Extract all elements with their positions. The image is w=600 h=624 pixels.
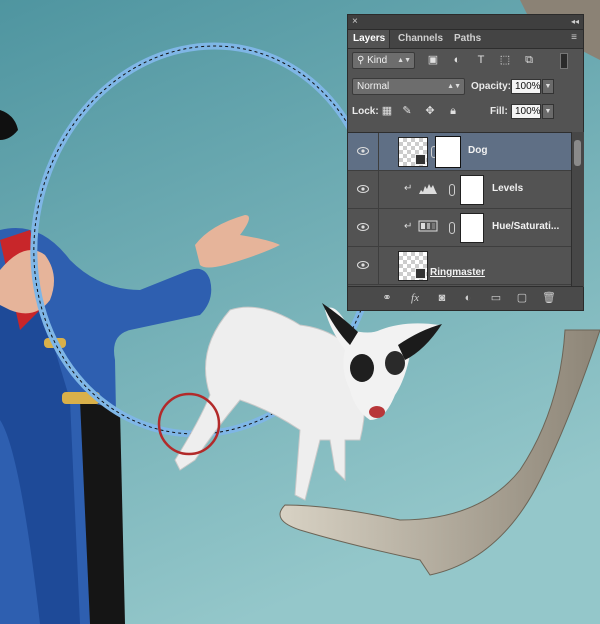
layers-panel: × ◂◂ Layers Channels Paths ≡ ⚲ Kind ▲▼ ▣… (347, 14, 584, 311)
filter-kind-label: Kind (367, 55, 388, 66)
fill-dropdown-icon[interactable]: ▼ (542, 104, 554, 119)
smart-object-badge-icon (415, 154, 426, 165)
lock-row: Lock: ▦ ✎ ✥ 🔒︎ Fill: 100% ▼ (348, 98, 583, 125)
eye-icon (357, 147, 369, 155)
layer-name: Levels (492, 183, 524, 194)
layers-scrollbar[interactable] (571, 132, 584, 287)
smart-object-badge-icon (415, 268, 426, 279)
dog-eye-patch (385, 351, 405, 375)
layer-row-dog[interactable]: Dog (348, 133, 571, 171)
filter-toggle-switch[interactable] (560, 53, 568, 69)
layer-list: Dog ↵ Levels ↵ Hue/Saturati... Ringmaste… (348, 132, 571, 288)
levels-histogram-icon (419, 184, 437, 194)
lock-position-icon[interactable]: ✥ (423, 104, 437, 118)
lock-all-icon[interactable]: 🔒︎ (446, 104, 460, 118)
blend-row: Normal ▲▼ Opacity: 100% ▼ (348, 75, 583, 98)
collapse-icon[interactable]: ◂◂ (571, 15, 579, 28)
search-icon: ⚲ (357, 55, 365, 66)
layer-thumbnail (398, 137, 428, 167)
layer-row-levels[interactable]: ↵ Levels (348, 171, 571, 209)
opacity-label: Opacity: (471, 81, 512, 92)
layer-mask-thumbnail[interactable] (460, 213, 484, 243)
shape-filter-icon[interactable]: ⬚ (498, 53, 512, 67)
eye-icon (357, 261, 369, 269)
visibility-toggle[interactable] (348, 133, 379, 170)
mask-link-icon[interactable] (449, 184, 455, 196)
opacity-field[interactable]: 100% (511, 79, 541, 94)
dog-mouth (369, 406, 385, 418)
close-icon[interactable]: × (352, 15, 358, 28)
pixel-filter-icon[interactable]: ▣ (426, 53, 440, 67)
layer-row-ringmaster[interactable]: Ringmaster (348, 247, 571, 285)
new-layer-icon[interactable]: ▢ (515, 292, 529, 304)
tab-layers[interactable]: Layers (348, 30, 390, 48)
visibility-toggle[interactable] (348, 247, 379, 284)
layer-name: Hue/Saturati... (492, 221, 560, 232)
fill-field[interactable]: 100% (511, 104, 541, 119)
link-icon[interactable]: ⚭ (380, 292, 394, 304)
type-filter-icon[interactable]: T (474, 53, 488, 67)
group-folder-icon[interactable]: ▭ (489, 292, 503, 304)
lock-transparent-icon[interactable]: ▦ (380, 104, 394, 118)
layer-name: Dog (468, 145, 488, 156)
panel-titlebar[interactable]: × ◂◂ (348, 15, 583, 30)
scrollbar-thumb[interactable] (574, 140, 581, 166)
layer-mask-thumbnail[interactable] (435, 136, 461, 168)
chevron-updown-icon: ▲▼ (397, 57, 411, 64)
tab-channels[interactable]: Channels (393, 30, 445, 48)
trash-icon[interactable]: 🗑︎ (542, 292, 556, 304)
tab-paths[interactable]: Paths (449, 30, 489, 48)
fx-icon[interactable]: fx (408, 292, 422, 304)
visibility-toggle[interactable] (348, 209, 379, 246)
layer-mask-thumbnail[interactable] (460, 175, 484, 205)
filter-row: ⚲ Kind ▲▼ ▣ ◐ T ⬚ ⧉ (348, 49, 583, 75)
panel-footer: ⚭ fx ◙ ◐ ▭ ▢ 🗑︎ (348, 286, 583, 310)
blend-mode-select[interactable]: Normal ▲▼ (352, 78, 465, 95)
adjustment-icon[interactable]: ◐ (461, 292, 475, 304)
filter-kind-select[interactable]: ⚲ Kind ▲▼ (352, 52, 415, 69)
dog-eye-patch (350, 354, 374, 382)
layer-thumbnail (398, 251, 428, 281)
eye-icon (357, 185, 369, 193)
blend-mode-value: Normal (357, 81, 390, 92)
lock-image-icon[interactable]: ✎ (400, 104, 414, 118)
opacity-dropdown-icon[interactable]: ▼ (542, 79, 554, 94)
lock-label: Lock: (352, 106, 379, 117)
clipping-arrow-icon: ↵ (404, 183, 413, 194)
add-mask-icon[interactable]: ◙ (435, 292, 449, 304)
mask-link-icon[interactable] (449, 222, 455, 234)
visibility-toggle[interactable] (348, 171, 379, 208)
layer-name: Ringmaster (430, 267, 486, 278)
clipping-arrow-icon: ↵ (404, 221, 413, 232)
panel-tabs: Layers Channels Paths ≡ (348, 30, 583, 49)
chevron-updown-icon: ▲▼ (447, 83, 461, 90)
panel-menu-icon[interactable]: ≡ (571, 33, 577, 43)
adjustment-filter-icon[interactable]: ◐ (450, 53, 464, 67)
layer-row-hue-saturation[interactable]: ↵ Hue/Saturati... (348, 209, 571, 247)
smart-object-filter-icon[interactable]: ⧉ (522, 53, 536, 67)
hue-saturation-icon (418, 220, 438, 232)
fill-label: Fill: (490, 106, 508, 117)
eye-icon (357, 223, 369, 231)
